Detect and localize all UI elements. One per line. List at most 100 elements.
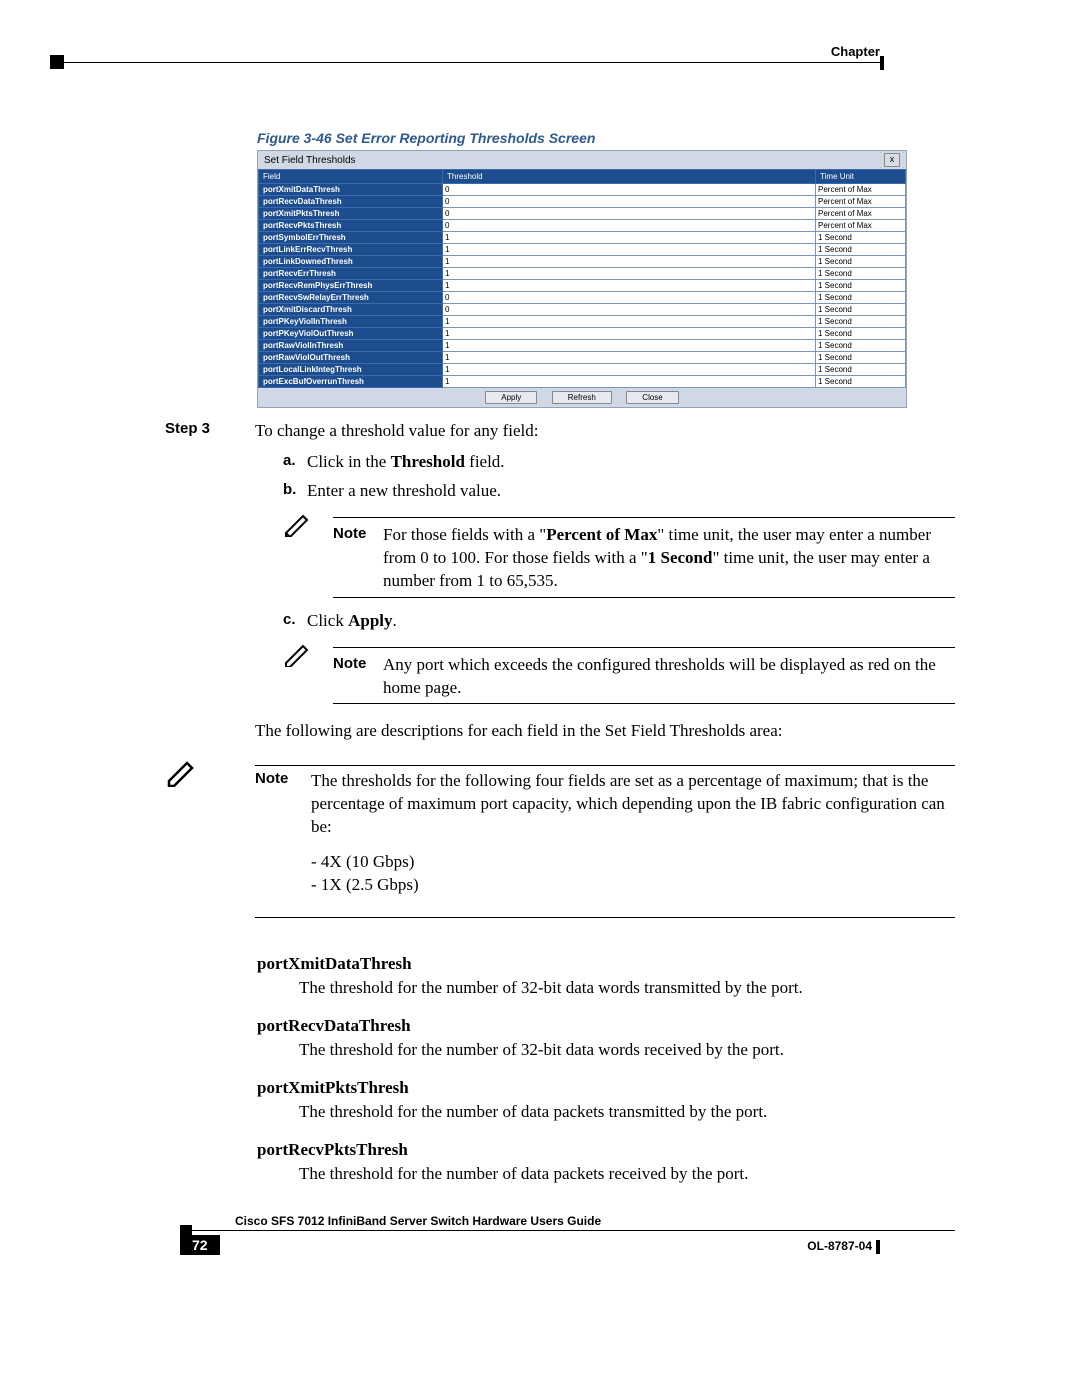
time-unit: 1 Second xyxy=(816,244,906,256)
time-unit: 1 Second xyxy=(816,268,906,280)
field-def-name: portRecvDataThresh xyxy=(257,1016,955,1036)
field-name: portExcBufOverrunThresh xyxy=(259,376,443,388)
table-row: portXmitPktsThresh0Percent of Max xyxy=(259,208,906,220)
field-name: portRecvPktsThresh xyxy=(259,220,443,232)
time-unit: Percent of Max xyxy=(816,220,906,232)
table-row: portExcBufOverrunThresh11 Second xyxy=(259,376,906,388)
threshold-input[interactable]: 1 xyxy=(443,232,816,244)
desc-intro: The following are descriptions for each … xyxy=(255,720,955,743)
threshold-input[interactable]: 1 xyxy=(443,364,816,376)
threshold-input[interactable]: 1 xyxy=(443,352,816,364)
footer-guide-title: Cisco SFS 7012 InfiniBand Server Switch … xyxy=(125,1214,955,1228)
table-row: portRecvRemPhysErrThresh11 Second xyxy=(259,280,906,292)
pencil-icon xyxy=(283,513,333,602)
table-row: portRecvPktsThresh0Percent of Max xyxy=(259,220,906,232)
threshold-input[interactable]: 0 xyxy=(443,208,816,220)
threshold-input[interactable]: 1 xyxy=(443,268,816,280)
speed-1x: - 1X (2.5 Gbps) xyxy=(311,874,955,897)
col-field: Field xyxy=(259,170,443,184)
col-threshold: Threshold xyxy=(443,170,816,184)
step-label: Step 3 xyxy=(125,420,255,743)
field-def-name: portXmitPktsThresh xyxy=(257,1078,955,1098)
chapter-label: Chapter xyxy=(831,44,880,59)
time-unit: 1 Second xyxy=(816,280,906,292)
threshold-input[interactable]: 0 xyxy=(443,304,816,316)
table-row: portLinkErrRecvThresh11 Second xyxy=(259,244,906,256)
time-unit: 1 Second xyxy=(816,364,906,376)
time-unit: 1 Second xyxy=(816,256,906,268)
pencil-icon xyxy=(283,643,333,709)
table-row: portRawViolOutThresh11 Second xyxy=(259,352,906,364)
note-percentmax: Note For those fields with a "Percent of… xyxy=(283,513,955,602)
field-def-desc: The threshold for the number of data pac… xyxy=(299,1102,955,1122)
field-def-name: portXmitDataThresh xyxy=(257,954,955,974)
threshold-input[interactable]: 1 xyxy=(443,316,816,328)
refresh-button[interactable]: Refresh xyxy=(552,391,612,404)
threshold-input[interactable]: 1 xyxy=(443,256,816,268)
note-percentage-max: Note The thresholds for the following fo… xyxy=(165,759,955,924)
threshold-input[interactable]: 0 xyxy=(443,196,816,208)
time-unit: Percent of Max xyxy=(816,184,906,196)
field-name: portXmitPktsThresh xyxy=(259,208,443,220)
substep-b-text: Enter a new threshold value. xyxy=(307,480,955,503)
note-label: Note xyxy=(333,652,383,700)
table-row: portXmitDiscardThresh01 Second xyxy=(259,304,906,316)
field-def-desc: The threshold for the number of data pac… xyxy=(299,1164,955,1184)
substep-c-letter: c. xyxy=(283,610,307,633)
table-row: portRawViolInThresh11 Second xyxy=(259,340,906,352)
threshold-input[interactable]: 1 xyxy=(443,328,816,340)
field-name: portPKeyViolOutThresh xyxy=(259,328,443,340)
substep-b-letter: b. xyxy=(283,480,307,503)
threshold-input[interactable]: 1 xyxy=(443,280,816,292)
substep-a-letter: a. xyxy=(283,451,307,474)
threshold-input[interactable]: 0 xyxy=(443,292,816,304)
apply-button[interactable]: Apply xyxy=(485,391,537,404)
field-def: portXmitPktsThresh The threshold for the … xyxy=(257,1078,955,1122)
time-unit: 1 Second xyxy=(816,292,906,304)
step-text: To change a threshold value for any fiel… xyxy=(255,421,538,440)
field-name: portRecvDataThresh xyxy=(259,196,443,208)
field-name: portSymbolErrThresh xyxy=(259,232,443,244)
threshold-input[interactable]: 0 xyxy=(443,220,816,232)
close-icon[interactable]: x xyxy=(884,153,900,167)
thresholds-table: Field Threshold Time Unit portXmitDataTh… xyxy=(258,169,906,388)
field-name: portRawViolInThresh xyxy=(259,340,443,352)
threshold-input[interactable]: 1 xyxy=(443,376,816,388)
field-def: portRecvPktsThreshThe threshold for the … xyxy=(257,1140,955,1184)
note-redport: Note Any port which exceeds the configur… xyxy=(283,643,955,709)
speed-4x: - 4X (10 Gbps) xyxy=(311,851,955,874)
note-text: For those fields with a "Percent of Max"… xyxy=(383,522,955,593)
field-name: portRecvSwRelayErrThresh xyxy=(259,292,443,304)
page-footer: Cisco SFS 7012 InfiniBand Server Switch … xyxy=(125,1214,955,1255)
field-name: portLinkDownedThresh xyxy=(259,256,443,268)
table-row: portPKeyViolOutThresh11 Second xyxy=(259,328,906,340)
field-def: portXmitDataThresh The threshold for the … xyxy=(257,954,955,998)
field-name: portRecvErrThresh xyxy=(259,268,443,280)
substep-c-text: Click Apply. xyxy=(307,610,955,633)
time-unit: 1 Second xyxy=(816,304,906,316)
col-timeunit: Time Unit xyxy=(816,170,906,184)
window-title: Set Field Thresholds xyxy=(264,155,356,166)
field-name: portPKeyViolInThresh xyxy=(259,316,443,328)
threshold-input[interactable]: 1 xyxy=(443,340,816,352)
threshold-input[interactable]: 0 xyxy=(443,184,816,196)
time-unit: 1 Second xyxy=(816,352,906,364)
time-unit: 1 Second xyxy=(816,316,906,328)
thresholds-screenshot: Set Field Thresholds x Field Threshold T… xyxy=(257,150,907,408)
field-name: portXmitDataThresh xyxy=(259,184,443,196)
threshold-input[interactable]: 1 xyxy=(443,244,816,256)
time-unit: 1 Second xyxy=(816,328,906,340)
table-row: portLocalLinkIntegThresh11 Second xyxy=(259,364,906,376)
step-3: Step 3 To change a threshold value for a… xyxy=(125,420,955,743)
time-unit: 1 Second xyxy=(816,232,906,244)
table-row: portRecvSwRelayErrThresh01 Second xyxy=(259,292,906,304)
field-name: portRawViolOutThresh xyxy=(259,352,443,364)
time-unit: Percent of Max xyxy=(816,208,906,220)
field-name: portRecvRemPhysErrThresh xyxy=(259,280,443,292)
table-row: portSymbolErrThresh11 Second xyxy=(259,232,906,244)
field-def-desc: The threshold for the number of 32-bit d… xyxy=(299,978,955,998)
figure-caption: Figure 3-46 Set Error Reporting Threshol… xyxy=(257,130,955,146)
note-label: Note xyxy=(333,522,383,593)
close-button[interactable]: Close xyxy=(626,391,678,404)
table-row: portPKeyViolInThresh11 Second xyxy=(259,316,906,328)
